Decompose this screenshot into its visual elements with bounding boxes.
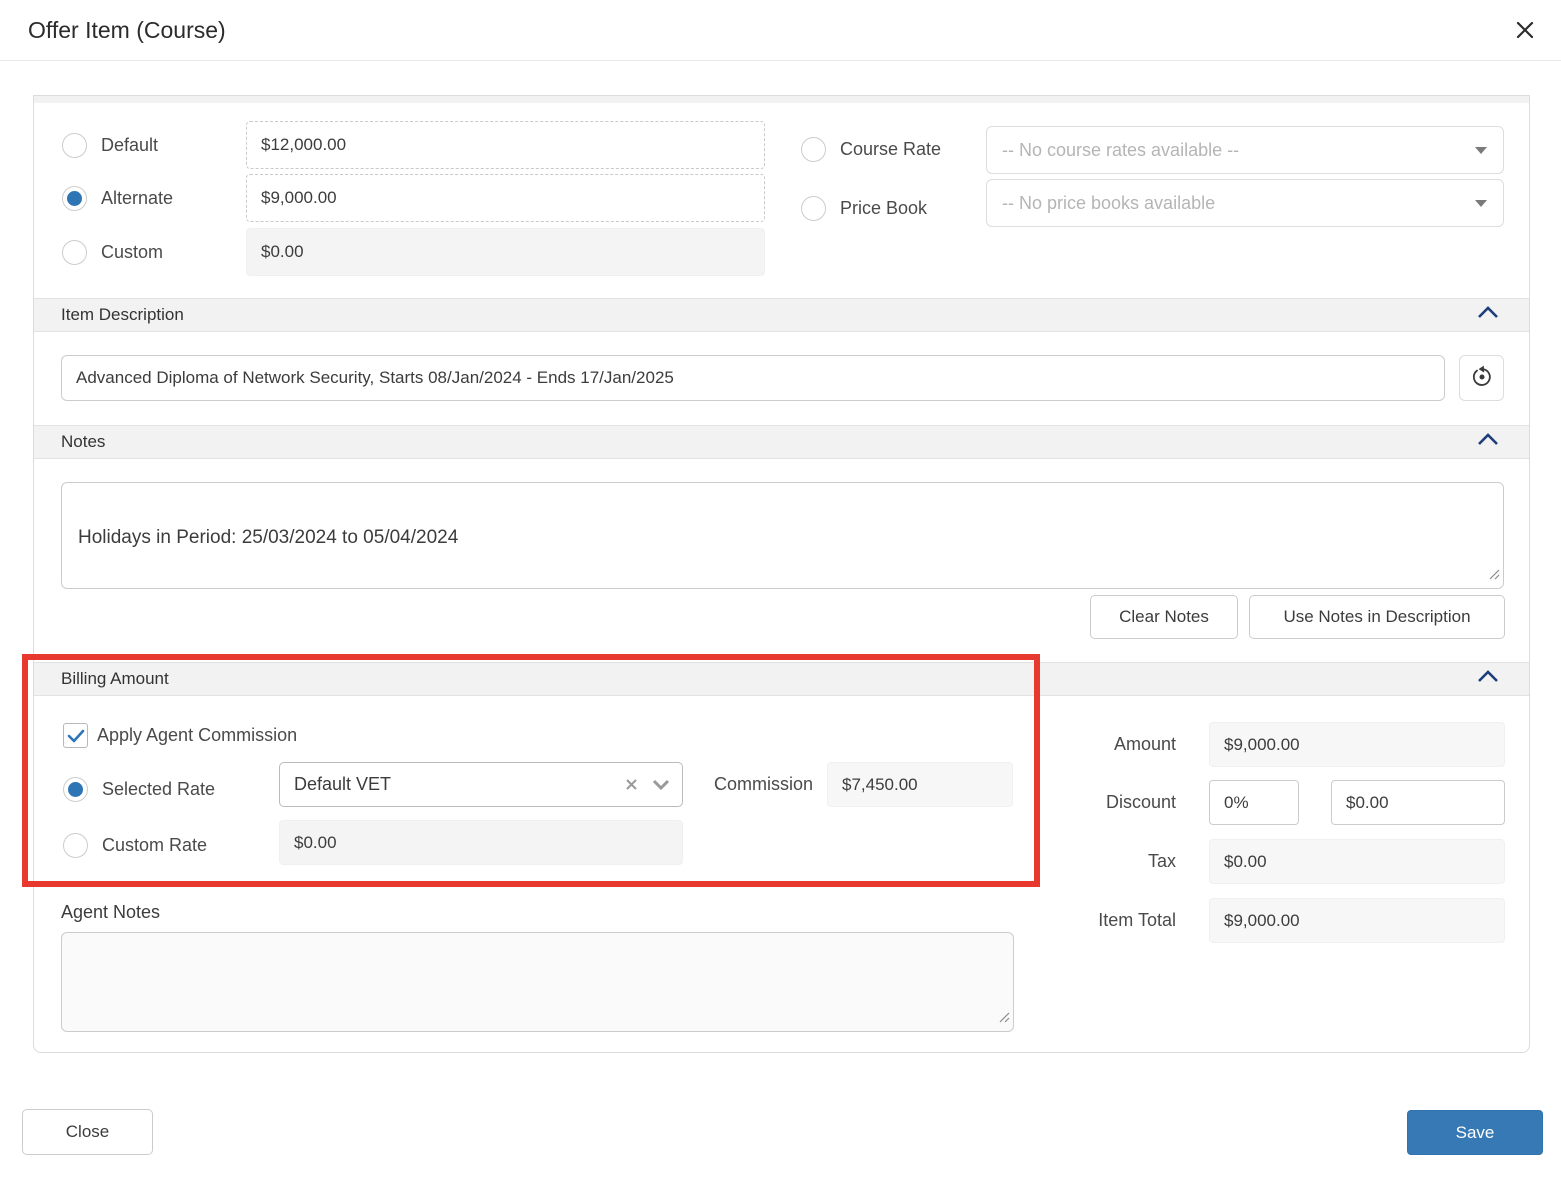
collapsed-section-strip: [34, 96, 1529, 103]
price-book-caret-icon: [1475, 199, 1487, 207]
item-description-field[interactable]: [61, 355, 1445, 401]
notes-field: Holidays in Period: 25/03/2024 to 05/04/…: [61, 482, 1504, 589]
custom-agent-rate-field: [279, 820, 683, 865]
price-book-select[interactable]: -- No price books available: [986, 179, 1504, 227]
custom-rate-option-label: Custom: [101, 242, 164, 262]
chevron-up-icon: [1477, 670, 1499, 688]
custom-agent-rate-radio[interactable]: [63, 833, 88, 858]
close-button[interactable]: [1503, 8, 1547, 52]
alternate-rate-label: Alternate: [101, 188, 174, 208]
course-rate-label: Course Rate: [840, 139, 942, 159]
course-rate-select-value: -- No course rates available --: [1002, 139, 1240, 160]
tax-label: Tax: [1147, 851, 1176, 871]
default-rate-radio[interactable]: [62, 133, 87, 158]
discount-label: Discount: [1105, 792, 1176, 812]
close-icon: [1503, 18, 1547, 42]
item-description-input[interactable]: [76, 368, 1430, 388]
alternate-rate-input[interactable]: [261, 188, 750, 208]
notes-section-header: Notes: [34, 425, 1529, 459]
custom-agent-rate-input: [294, 832, 668, 853]
discount-amount-field[interactable]: [1331, 780, 1505, 825]
modal-title: Offer Item (Course): [28, 16, 226, 43]
chevron-down-icon[interactable]: [652, 779, 670, 790]
reset-history-icon: [1470, 365, 1494, 392]
amount-field: [1209, 722, 1505, 767]
offer-item-form-panel: Default Alternate Custom Course Rate -- …: [33, 95, 1530, 1053]
chevron-up-icon: [1477, 306, 1499, 324]
agent-notes-textarea[interactable]: [62, 933, 1013, 1031]
course-rate-select[interactable]: -- No course rates available --: [986, 126, 1504, 174]
item-total-label: Item Total: [1098, 910, 1176, 930]
custom-rate-option-radio[interactable]: [62, 240, 87, 265]
course-rate-radio[interactable]: [801, 137, 826, 162]
discount-percent-field[interactable]: [1209, 780, 1299, 825]
agent-rate-select[interactable]: Default VET: [279, 762, 683, 807]
agent-rate-select-value: Default VET: [294, 774, 392, 794]
tax-field: [1209, 839, 1505, 884]
item-description-section-header: Item Description: [34, 298, 1529, 332]
custom-rate-option-field: [246, 228, 765, 276]
item-total-field: [1209, 898, 1505, 943]
price-book-select-value: -- No price books available: [1002, 192, 1216, 213]
apply-agent-commission-checkbox[interactable]: [63, 723, 88, 748]
apply-agent-commission-label: Apply Agent Commission: [97, 725, 298, 745]
clear-selection-icon[interactable]: [625, 778, 638, 791]
custom-agent-rate-label: Custom Rate: [102, 835, 208, 855]
commission-label: Commission: [714, 774, 814, 794]
course-rate-caret-icon: [1475, 146, 1487, 154]
use-notes-in-description-button[interactable]: Use Notes in Description: [1249, 595, 1505, 639]
save-button[interactable]: Save: [1407, 1110, 1543, 1155]
price-book-label: Price Book: [840, 198, 928, 218]
amount-label: Amount: [1113, 734, 1176, 754]
notes-textarea[interactable]: Holidays in Period: 25/03/2024 to 05/04/…: [62, 483, 1503, 588]
item-description-collapse-button[interactable]: [1477, 306, 1499, 324]
default-rate-input[interactable]: [261, 135, 750, 155]
discount-amount-input[interactable]: [1346, 792, 1490, 813]
item-total-input: [1224, 910, 1490, 931]
check-icon: [67, 729, 85, 743]
notes-header-label: Notes: [61, 432, 106, 451]
default-rate-label: Default: [101, 135, 159, 155]
close-modal-button[interactable]: Close: [22, 1109, 153, 1155]
selected-rate-label: Selected Rate: [102, 779, 216, 799]
tax-input: [1224, 851, 1490, 872]
discount-percent-input[interactable]: [1224, 792, 1284, 813]
default-rate-field[interactable]: [246, 121, 765, 169]
alternate-rate-field[interactable]: [246, 174, 765, 222]
billing-amount-header-label: Billing Amount: [61, 669, 169, 688]
clear-notes-button[interactable]: Clear Notes: [1090, 595, 1238, 639]
chevron-up-icon: [1477, 433, 1499, 451]
reset-description-button[interactable]: [1459, 355, 1504, 401]
commission-field: [827, 762, 1013, 807]
custom-rate-option-input: [261, 242, 750, 262]
notes-collapse-button[interactable]: [1477, 433, 1499, 451]
amount-input: [1224, 734, 1490, 755]
commission-input: [842, 774, 998, 795]
modal-header: Offer Item (Course): [0, 0, 1561, 61]
alternate-rate-radio[interactable]: [62, 186, 87, 211]
item-description-header-label: Item Description: [61, 305, 184, 324]
billing-amount-section-header: Billing Amount: [34, 662, 1529, 696]
selected-rate-radio[interactable]: [63, 777, 88, 802]
price-book-radio[interactable]: [801, 196, 826, 221]
agent-notes-label: Agent Notes: [61, 902, 161, 922]
agent-notes-field: [61, 932, 1014, 1032]
billing-amount-collapse-button[interactable]: [1477, 670, 1499, 688]
